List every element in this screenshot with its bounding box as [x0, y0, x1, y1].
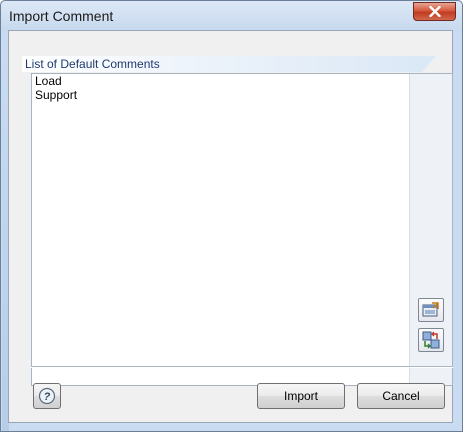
- export-to-file-icon: [422, 331, 440, 349]
- button-separator: [31, 366, 453, 368]
- group-header: List of Default Comments: [22, 56, 436, 72]
- dialog-title: Import Comment: [9, 8, 114, 24]
- list-side-toolbar: [409, 74, 452, 385]
- help-button[interactable]: ?: [33, 383, 61, 409]
- comments-list-panel: Load Support: [31, 73, 453, 386]
- list-item[interactable]: Load: [32, 74, 409, 88]
- close-icon: [428, 6, 441, 17]
- title-bar[interactable]: Import Comment: [1, 1, 462, 31]
- import-from-file-button[interactable]: [418, 298, 444, 322]
- group-label: List of Default Comments: [25, 57, 160, 71]
- default-comments-list[interactable]: Load Support: [32, 74, 409, 385]
- import-button[interactable]: Import: [257, 383, 345, 409]
- cancel-button[interactable]: Cancel: [357, 383, 445, 409]
- svg-text:?: ?: [44, 391, 51, 403]
- import-from-file-icon: [422, 302, 439, 317]
- help-icon: ?: [38, 387, 56, 405]
- list-item[interactable]: Support: [32, 88, 409, 102]
- close-button[interactable]: [413, 2, 456, 21]
- export-to-file-button[interactable]: [418, 328, 444, 352]
